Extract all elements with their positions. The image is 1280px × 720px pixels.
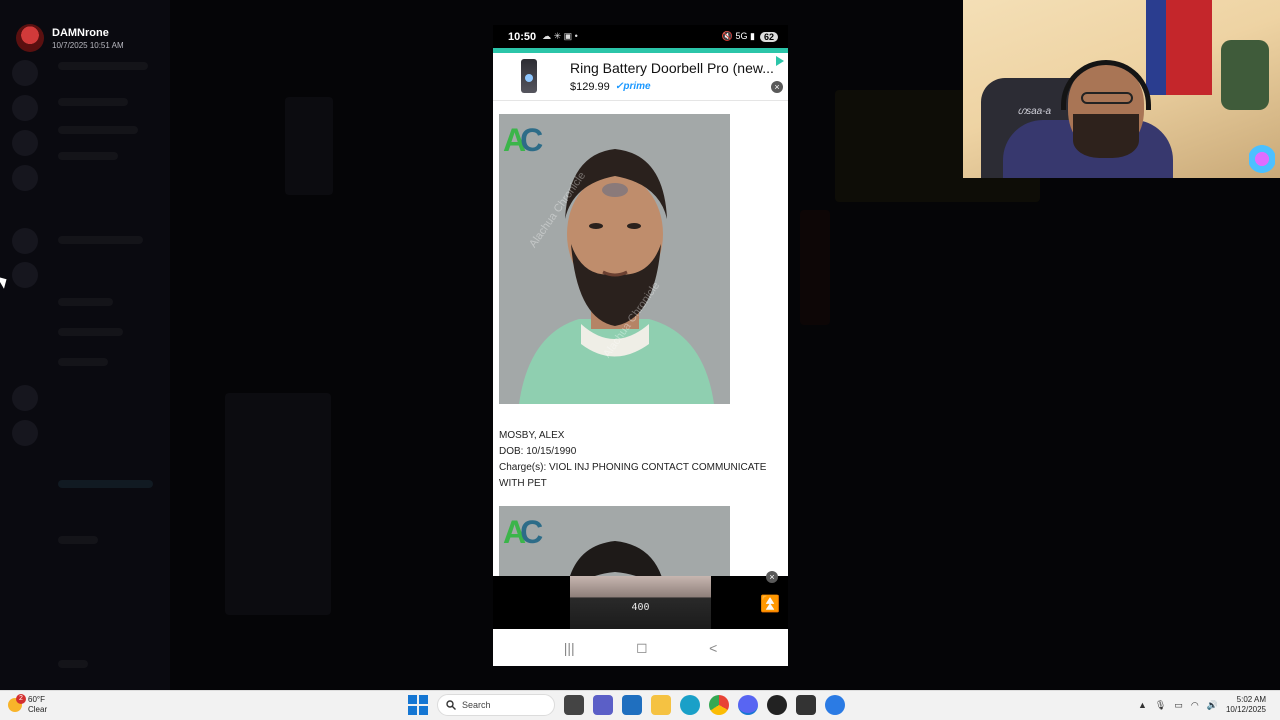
weather-condition: Clear bbox=[28, 705, 48, 714]
background-server-icon bbox=[12, 262, 38, 288]
background-channel bbox=[58, 358, 108, 366]
bottom-ad-close-button[interactable]: × bbox=[766, 571, 778, 583]
bottom-video-ad[interactable]: 400 × ⏫ bbox=[493, 571, 788, 629]
alachua-chronicle-logo: AC bbox=[503, 514, 543, 550]
back-icon[interactable]: < bbox=[709, 640, 717, 656]
arrest-record: MOSBY, ALEX DOB: 10/15/1990 Charge(s): V… bbox=[499, 428, 784, 492]
background-channel bbox=[58, 98, 128, 106]
background-channel bbox=[58, 298, 113, 306]
wall-flag bbox=[1146, 0, 1212, 95]
presenter-timestamp: 10/7/2025 10:51 AM bbox=[52, 40, 124, 50]
glasses bbox=[1081, 92, 1133, 104]
top-ad-banner[interactable]: Ring Battery Doorbell Pro (new... $129.9… bbox=[493, 53, 788, 101]
display-icon[interactable]: ▭ bbox=[1174, 700, 1183, 711]
phone-status-bar: 10:50 ☁ ✳ ▣ • 🔇 5G ▮ 62 bbox=[493, 25, 788, 48]
teams-icon[interactable] bbox=[593, 695, 613, 715]
background-channel bbox=[58, 660, 88, 668]
record-name: MOSBY, ALEX bbox=[499, 430, 565, 441]
mugshot-image[interactable]: AC bbox=[499, 506, 730, 576]
search-placeholder: Search bbox=[462, 700, 491, 710]
windows-start-icon[interactable] bbox=[408, 695, 428, 715]
chevron-up-icon[interactable]: ▲ bbox=[1138, 700, 1147, 710]
background-channel bbox=[58, 62, 148, 70]
ad-close-button[interactable]: × bbox=[771, 81, 783, 93]
scroll-to-top-icon[interactable]: ⏫ bbox=[760, 594, 780, 614]
background-channel bbox=[58, 236, 143, 244]
microphone-icon[interactable]: 🎙 bbox=[1155, 700, 1166, 711]
windows-taskbar: 2 60°F Clear Search ▲ 🎙 ▭ ◠ 🔊 5:02 AM 10… bbox=[0, 690, 1280, 720]
obs-icon[interactable] bbox=[767, 695, 787, 715]
streamer-beard bbox=[1073, 114, 1139, 158]
phone-clock: 10:50 bbox=[508, 30, 537, 43]
ad-display-value: 400 bbox=[631, 602, 650, 613]
air-fryer-ad-thumbnail[interactable]: 400 bbox=[570, 576, 711, 629]
weather-temp: 60°F bbox=[28, 695, 45, 704]
article-content[interactable]: AC Alachua Chronicle Alachua Chronicle M… bbox=[493, 102, 788, 576]
background-channel bbox=[58, 126, 138, 134]
background-channel bbox=[58, 536, 98, 544]
background-thumbnail bbox=[800, 210, 830, 325]
ad-title[interactable]: Ring Battery Doorbell Pro (new... bbox=[570, 60, 782, 76]
system-clock[interactable]: 5:02 AM 10/12/2025 bbox=[1226, 695, 1266, 715]
system-tray: ▲ 🎙 ▭ ◠ 🔊 5:02 AM 10/12/2025 bbox=[1138, 695, 1266, 715]
notification-badge: 2 bbox=[16, 694, 26, 704]
rgb-lights bbox=[1249, 140, 1275, 178]
prime-badge: ✓prime bbox=[615, 81, 651, 92]
background-server-sidebar bbox=[0, 0, 170, 690]
presenter-name: DAMNrone bbox=[52, 26, 109, 39]
edge-icon[interactable] bbox=[680, 695, 700, 715]
background-thumbnail bbox=[285, 97, 333, 195]
status-icons-left: ☁ ✳ ▣ • bbox=[542, 31, 578, 41]
app-n-icon[interactable] bbox=[796, 695, 816, 715]
status-icons-right: 🔇 5G ▮ bbox=[721, 31, 755, 41]
taskbar-apps: Search bbox=[408, 694, 845, 716]
taskbar-search[interactable]: Search bbox=[437, 694, 555, 716]
adchoices-icon[interactable] bbox=[776, 56, 784, 66]
background-server-icon bbox=[12, 95, 38, 121]
chair-logo-text: ഗsaa-a bbox=[1017, 106, 1052, 117]
clock-date: 10/12/2025 bbox=[1225, 705, 1266, 714]
volume-icon[interactable]: 🔊 bbox=[1207, 700, 1218, 711]
stream-presenter-label: DAMNrone 10/7/2025 10:51 AM bbox=[16, 24, 124, 52]
discord-icon[interactable] bbox=[738, 695, 758, 715]
background-channel bbox=[58, 328, 123, 336]
mugshot-image[interactable]: AC Alachua Chronicle Alachua Chronicle bbox=[499, 114, 730, 404]
android-nav-bar: ||| ◻ < bbox=[493, 629, 788, 666]
background-server-icon bbox=[12, 228, 38, 254]
background-thumbnail bbox=[225, 393, 331, 615]
wall-decoration bbox=[1221, 40, 1269, 110]
app-blue-icon[interactable] bbox=[825, 695, 845, 715]
task-view-icon[interactable] bbox=[564, 695, 584, 715]
background-server-icon bbox=[12, 60, 38, 86]
store-icon[interactable] bbox=[622, 695, 642, 715]
record-charges: Charge(s): VIOL INJ PHONING CONTACT COMM… bbox=[499, 462, 767, 489]
wifi-icon[interactable]: ◠ bbox=[1191, 700, 1199, 711]
weather-icon: 2 bbox=[6, 694, 26, 714]
background-server-icon bbox=[12, 165, 38, 191]
search-icon bbox=[446, 700, 456, 710]
file-explorer-icon[interactable] bbox=[651, 695, 671, 715]
doorbell-product-icon bbox=[521, 59, 537, 93]
battery-icon: 62 bbox=[759, 31, 778, 42]
chrome-icon[interactable] bbox=[709, 695, 729, 715]
record-dob: DOB: 10/15/1990 bbox=[499, 446, 577, 457]
background-channel bbox=[58, 152, 118, 160]
close-icon: × bbox=[766, 571, 778, 583]
home-icon[interactable]: ◻ bbox=[636, 639, 648, 656]
background-channel bbox=[58, 480, 153, 488]
ad-price: $129.99 bbox=[570, 81, 610, 93]
background-server-icon bbox=[12, 130, 38, 156]
recent-apps-icon[interactable]: ||| bbox=[564, 640, 575, 656]
clock-time: 5:02 AM bbox=[1236, 695, 1266, 704]
webcam-overlay: ഗsaa-a bbox=[963, 0, 1280, 178]
phone-screen: 10:50 ☁ ✳ ▣ • 🔇 5G ▮ 62 Ring Battery Doo… bbox=[493, 25, 788, 666]
background-server-icon bbox=[12, 385, 38, 411]
background-server-icon bbox=[12, 420, 38, 446]
screen-share-stage: DAMNrone 10/7/2025 10:51 AM 10:50 ☁ ✳ ▣ … bbox=[0, 0, 1280, 720]
alachua-chronicle-logo: AC bbox=[503, 122, 543, 158]
close-icon: × bbox=[771, 81, 783, 93]
weather-widget[interactable]: 2 60°F Clear bbox=[6, 694, 48, 715]
presenter-avatar bbox=[16, 24, 44, 52]
